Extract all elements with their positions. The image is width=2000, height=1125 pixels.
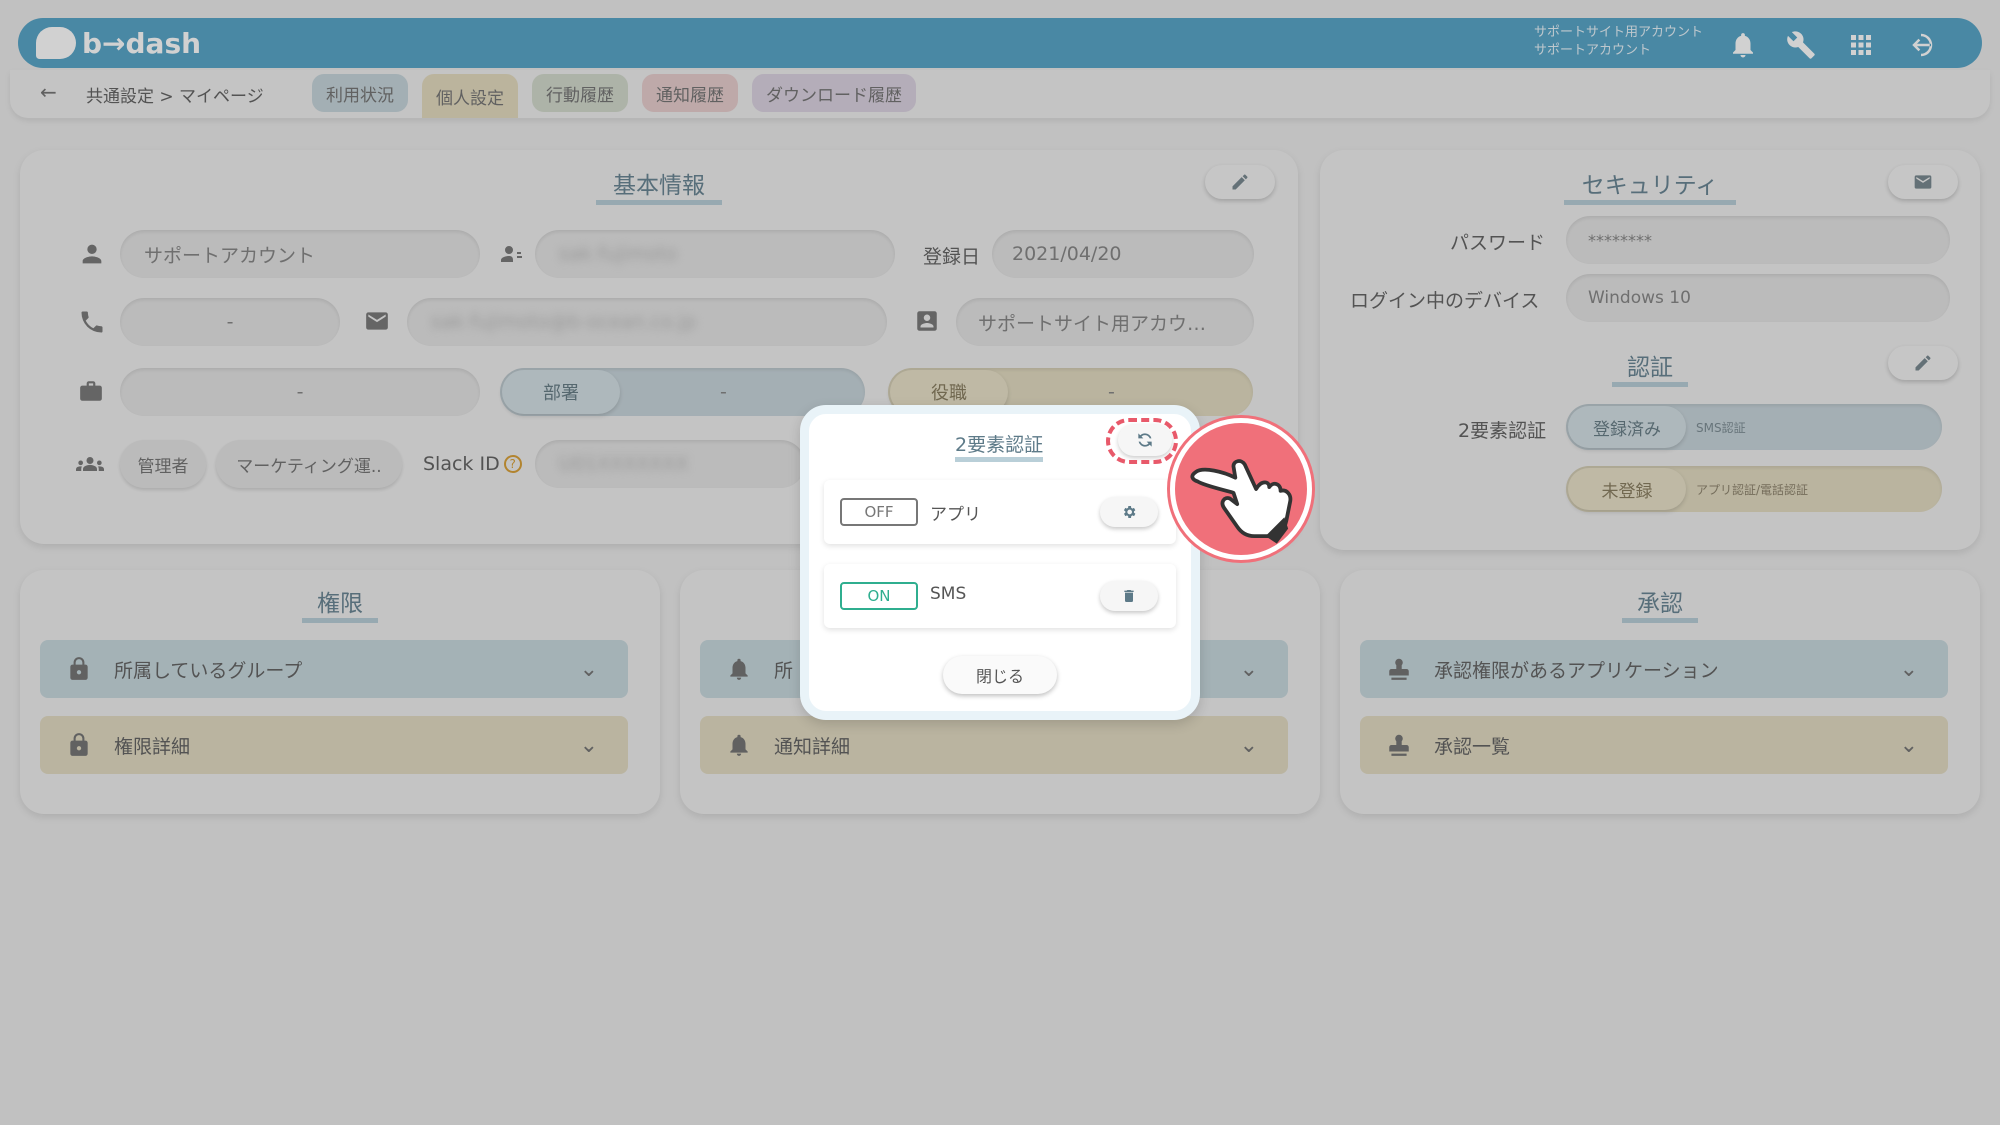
app-label: アプリ (930, 505, 981, 525)
sms-delete-button[interactable] (1100, 581, 1158, 611)
twofa-sms-row: ON SMS (824, 564, 1176, 628)
app-toggle[interactable]: OFF (840, 498, 918, 526)
twofa-modal-title: 2要素認証 (955, 430, 1044, 462)
sms-label: SMS (930, 584, 967, 604)
gear-icon (1123, 506, 1136, 518)
trash-icon (1124, 590, 1134, 602)
refresh-highlight-ring (1106, 418, 1178, 464)
sms-toggle[interactable]: ON (840, 582, 918, 610)
app-settings-button[interactable] (1100, 497, 1158, 527)
pointing-hand-icon (1170, 418, 1312, 560)
close-button[interactable]: 閉じる (943, 656, 1057, 694)
twofa-app-row: OFF アプリ (824, 480, 1176, 544)
